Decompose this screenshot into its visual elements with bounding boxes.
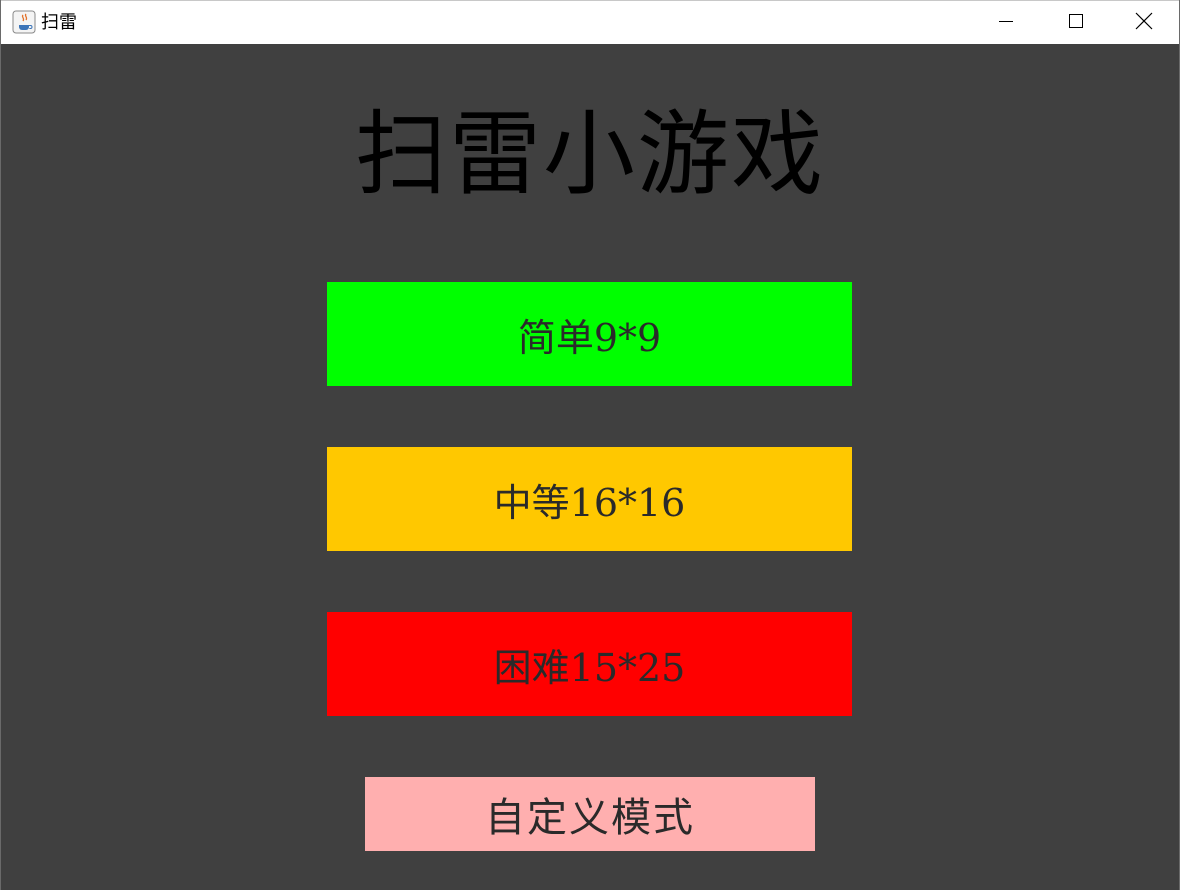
custom-mode-label: 自定义模式 [485,795,695,841]
game-window: 扫雷 扫雷小游戏 简单9*9 中等16*16 困难15*25 自定义模式 [0,0,1180,890]
easy-mode-label: 简单9*9 [517,315,662,360]
medium-mode-button[interactable]: 中等16*16 [327,447,852,551]
close-button[interactable] [1109,1,1179,44]
close-icon [1135,12,1153,34]
game-title: 扫雷小游戏 [354,101,825,208]
hard-mode-button[interactable]: 困难15*25 [327,612,852,716]
hard-mode-label: 困难15*25 [493,645,686,690]
easy-mode-button[interactable]: 简单9*9 [327,282,852,386]
window-title: 扫雷 [41,12,77,33]
java-cup-icon [12,10,36,34]
minimize-button[interactable] [971,1,1041,44]
title-bar[interactable]: 扫雷 [1,0,1179,44]
custom-mode-button[interactable]: 自定义模式 [365,777,815,851]
maximize-icon [1068,13,1084,33]
maximize-button[interactable] [1041,1,1111,44]
minimize-icon [998,13,1014,33]
medium-mode-label: 中等16*16 [493,480,686,525]
